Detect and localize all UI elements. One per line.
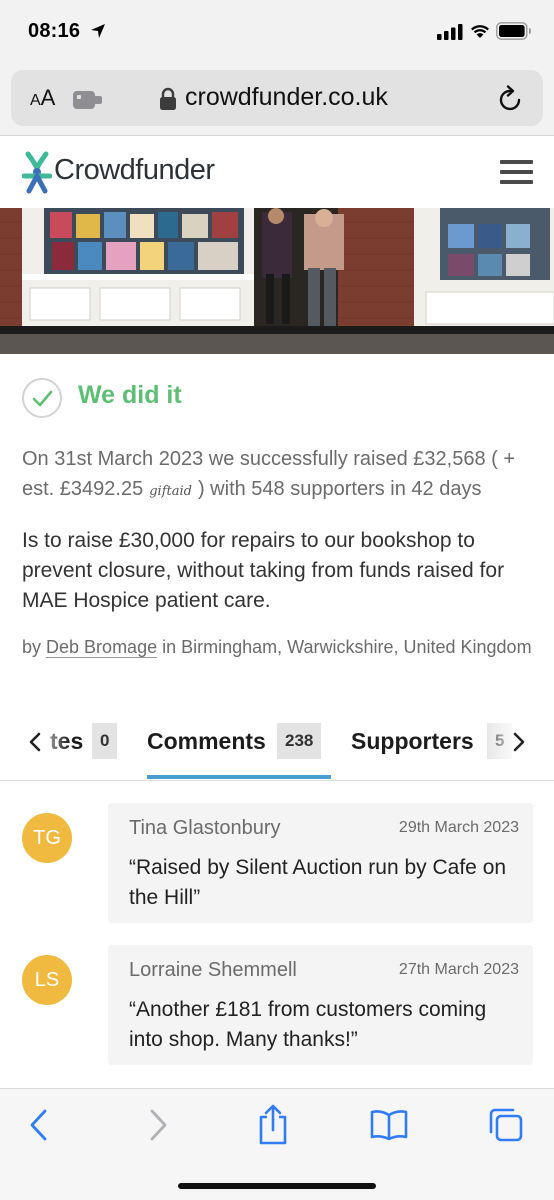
lock-icon: [160, 87, 176, 110]
avatar: TG: [22, 813, 72, 863]
forward-icon[interactable]: [147, 1107, 169, 1143]
hamburger-menu-icon[interactable]: [500, 160, 533, 184]
comment-date: 27th March 2023: [398, 961, 519, 978]
owner-prefix: by: [22, 637, 42, 657]
tabs-icon[interactable]: [488, 1107, 524, 1143]
campaign-tabs: tes 0 Comments 238 Supporters 5: [0, 713, 554, 781]
crowdfunder-logo-icon[interactable]: [22, 150, 52, 196]
site-header: Crowdfunder: [0, 136, 554, 208]
status-bar: 08:16: [0, 0, 554, 64]
reload-icon[interactable]: [498, 85, 524, 113]
owner-location: in Birmingham, Warwickshire, United King…: [162, 637, 532, 657]
home-indicator: [178, 1183, 376, 1189]
campaign-owner: by Deb Bromage in Birmingham, Warwickshi…: [22, 634, 537, 660]
check-icon: [22, 378, 62, 418]
comment-item: TG Tina Glastonbury 29th March 2023 “Rai…: [22, 803, 533, 923]
comment-text: “Raised by Silent Auction run by Cafe on…: [129, 856, 507, 909]
giftaid-logo: giftaid: [149, 484, 192, 499]
chevron-left-icon[interactable]: [28, 731, 42, 753]
comment-text: “Another £181 from customers coming into…: [129, 998, 487, 1051]
comment-item: LS Lorraine Shemmell 27th March 2023 “An…: [22, 945, 533, 1065]
comment-date: 29th March 2023: [398, 819, 519, 836]
wifi-icon: [471, 25, 489, 38]
address-bar[interactable]: AA crowdfunder.co.uk: [11, 70, 543, 126]
comment-bubble: Tina Glastonbury 29th March 2023 “Raised…: [108, 803, 533, 923]
owner-name-link[interactable]: Deb Bromage: [46, 637, 158, 658]
raised-summary: On 31st March 2023 we successfully raise…: [22, 444, 537, 507]
text-size-button[interactable]: AA: [30, 85, 55, 111]
comment-bubble: Lorraine Shemmell 27th March 2023 “Anoth…: [108, 945, 533, 1065]
status-time: 08:16: [28, 20, 81, 42]
raised-suffix: ) with 548 supporters in 42 days: [197, 478, 482, 500]
campaign-hero-image: [0, 208, 554, 354]
chevron-right-icon[interactable]: [512, 731, 526, 753]
tab-updates-count: 0: [92, 723, 118, 759]
tab-supporters[interactable]: Supporters: [351, 728, 474, 755]
battery-icon: [496, 22, 531, 40]
browser-toolbar: [0, 1088, 554, 1200]
bookmarks-icon[interactable]: [370, 1109, 408, 1141]
site-logo-text[interactable]: Crowdfunder: [54, 154, 215, 187]
share-icon[interactable]: [256, 1103, 290, 1145]
location-arrow-icon: [91, 24, 105, 38]
avatar: LS: [22, 955, 72, 1005]
back-icon[interactable]: [28, 1107, 50, 1143]
tab-active-indicator: [147, 775, 331, 779]
browser-address-area: AA crowdfunder.co.uk: [0, 64, 554, 136]
extension-icon[interactable]: [72, 89, 106, 111]
url-text[interactable]: crowdfunder.co.uk: [185, 83, 388, 112]
comment-author: Tina Glastonbury: [129, 817, 281, 839]
comment-author: Lorraine Shemmell: [129, 959, 297, 981]
campaign-aim: Is to raise £30,000 for repairs to our b…: [22, 529, 505, 612]
tab-comments[interactable]: Comments: [147, 728, 266, 755]
signal-icon: [437, 24, 463, 40]
status-heading: We did it: [78, 381, 182, 409]
tab-comments-count: 238: [277, 723, 322, 759]
